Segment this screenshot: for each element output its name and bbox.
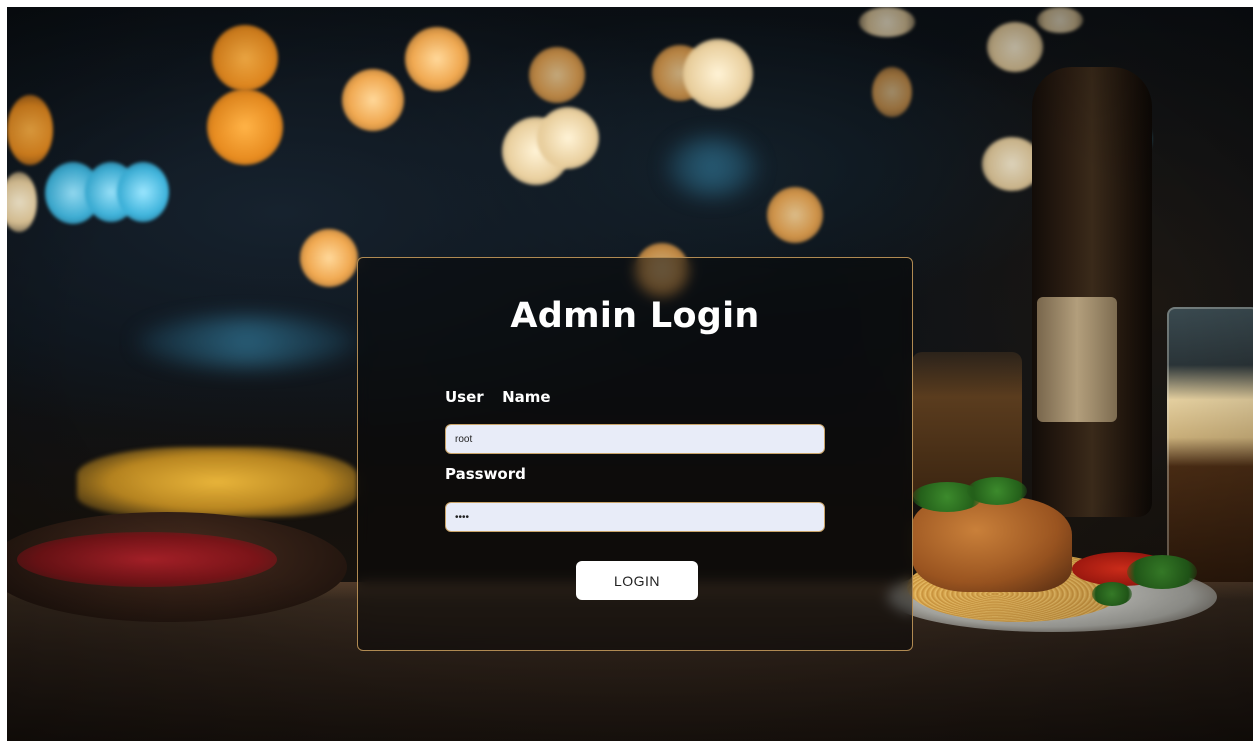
password-input[interactable] [445,502,825,532]
username-label: User Name [445,388,551,406]
page-frame: Admin Login User Name Password LOGIN [7,7,1253,741]
login-button[interactable]: LOGIN [576,561,698,600]
login-title: Admin Login [510,296,760,336]
username-input[interactable] [445,424,825,454]
admin-login-card: Admin Login User Name Password LOGIN [357,257,913,651]
password-label: Password [445,465,526,483]
